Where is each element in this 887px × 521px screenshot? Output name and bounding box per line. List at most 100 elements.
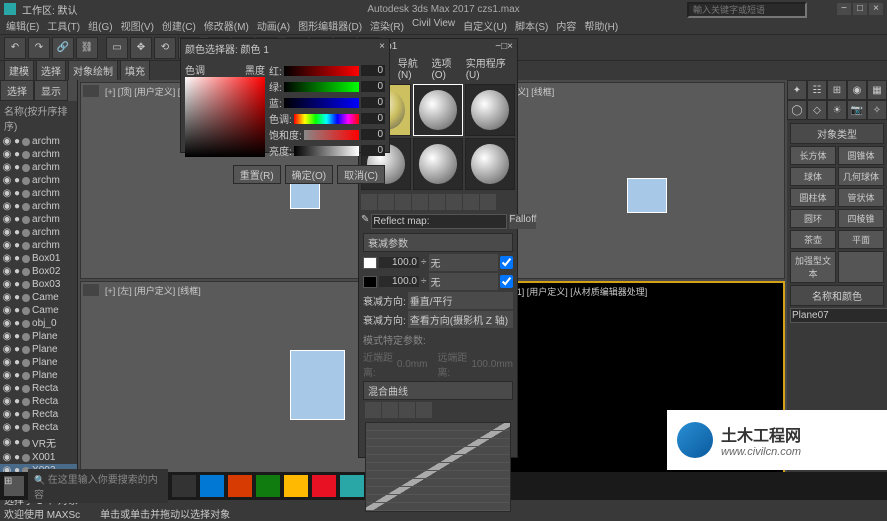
side-map-button[interactable]: 无 <box>429 273 499 290</box>
create-tab-icon[interactable]: ✦ <box>787 80 807 100</box>
menu-graph[interactable]: 图形编辑器(D) <box>298 18 362 34</box>
side-checkbox[interactable] <box>500 275 513 288</box>
object-tree[interactable]: ◉●archm◉●archm◉●archm◉●archm◉●archm◉●arc… <box>0 135 77 495</box>
red-slider[interactable] <box>284 66 359 76</box>
tree-item[interactable]: ◉●archm <box>0 148 77 161</box>
tab-display[interactable]: 显示 <box>34 80 68 101</box>
graphite-btn[interactable]: 建模 <box>4 60 34 82</box>
taskbar-app-icon[interactable] <box>312 475 336 497</box>
taskbar-app-icon[interactable] <box>228 475 252 497</box>
front-checkbox[interactable] <box>500 256 513 269</box>
modify-tab-icon[interactable]: ☷ <box>807 80 827 100</box>
val-slider[interactable] <box>294 146 359 156</box>
tree-item[interactable]: ◉●Recta <box>0 408 77 421</box>
tree-item[interactable]: ◉●Came <box>0 304 77 317</box>
mat-tool-icon[interactable] <box>378 194 394 210</box>
taskbar-search[interactable]: 🔍 在这里输入你要搜索的内容 <box>28 469 168 503</box>
mat-tool-icon[interactable] <box>429 194 445 210</box>
graphite-btn2[interactable]: 选择 <box>36 60 66 82</box>
hue-value[interactable]: 0 <box>361 113 385 124</box>
color-cancel-button[interactable]: 取消(C) <box>337 165 385 184</box>
create-primitive-button[interactable]: 四棱锥 <box>838 209 884 228</box>
val-value[interactable]: 0 <box>361 145 385 156</box>
lights-icon[interactable]: ☀ <box>827 100 847 120</box>
graphite-btn4[interactable]: 填充 <box>120 60 150 82</box>
tree-item[interactable]: ◉●archm <box>0 174 77 187</box>
create-primitive-button[interactable]: 球体 <box>790 167 836 186</box>
maximize-button[interactable]: □ <box>853 3 867 15</box>
red-value[interactable]: 0 <box>361 65 385 76</box>
curve-tool-icon[interactable] <box>399 402 415 418</box>
side-spinner[interactable]: 100.0 <box>379 276 419 287</box>
tab-select[interactable]: 选择 <box>0 80 34 101</box>
tree-item[interactable]: ◉●VR无 <box>0 434 77 451</box>
motion-tab-icon[interactable]: ◉ <box>847 80 867 100</box>
task-view-icon[interactable] <box>172 475 196 497</box>
falloff-type-dropdown[interactable]: 垂直/平行 <box>408 292 513 309</box>
graphite-btn3[interactable]: 对象绘制 <box>68 60 118 82</box>
close-button[interactable]: × <box>869 3 883 15</box>
menu-script[interactable]: 脚本(S) <box>515 18 548 34</box>
mat-slot[interactable] <box>465 84 515 136</box>
curve-tool-icon[interactable] <box>365 402 381 418</box>
green-value[interactable]: 0 <box>361 81 385 92</box>
link-icon[interactable]: 🔗 <box>52 37 74 59</box>
menu-views[interactable]: 视图(V) <box>121 18 154 34</box>
taskbar-app-icon[interactable] <box>200 475 224 497</box>
tree-item[interactable]: ◉●archm <box>0 200 77 213</box>
taskbar-app-icon[interactable] <box>256 475 280 497</box>
geometry-icon[interactable]: ◯ <box>787 100 807 120</box>
create-primitive-button[interactable]: 长方体 <box>790 146 836 165</box>
blue-value[interactable]: 0 <box>361 97 385 108</box>
mat-tool-icon[interactable] <box>480 194 496 210</box>
cameras-icon[interactable]: 📷 <box>847 100 867 120</box>
mat-name-input[interactable] <box>371 214 507 229</box>
mat-slot[interactable] <box>413 84 463 136</box>
mat-section-curve[interactable]: 混合曲线 <box>363 381 513 400</box>
curve-tool-icon[interactable] <box>416 402 432 418</box>
menu-group[interactable]: 组(G) <box>88 18 112 34</box>
scene-object[interactable] <box>290 350 345 420</box>
scene-object[interactable] <box>627 178 667 213</box>
create-primitive-button[interactable]: 茶壶 <box>790 230 836 249</box>
tree-item[interactable]: ◉●Recta <box>0 421 77 434</box>
mat-tool-icon[interactable] <box>463 194 479 210</box>
curve-tool-icon[interactable] <box>382 402 398 418</box>
create-primitive-button[interactable]: 加强型文本 <box>790 251 836 283</box>
color-gradient[interactable] <box>185 77 265 157</box>
create-primitive-button[interactable]: 管状体 <box>838 188 884 207</box>
section-name-color[interactable]: 名称和颜色 <box>790 285 884 306</box>
menu-content[interactable]: 内容 <box>556 18 576 34</box>
sat-value[interactable]: 0 <box>361 129 385 140</box>
start-button[interactable]: ⊞ <box>4 476 24 496</box>
vp-menu-icon[interactable] <box>83 284 99 296</box>
menu-civil[interactable]: Civil View <box>412 18 455 34</box>
unlink-icon[interactable]: ⛓ <box>76 37 98 59</box>
menu-edit[interactable]: 编辑(E) <box>6 18 39 34</box>
tree-item[interactable]: ◉●archm <box>0 187 77 200</box>
create-primitive-button[interactable]: 圆锥体 <box>838 146 884 165</box>
menu-modifiers[interactable]: 修改器(M) <box>204 18 249 34</box>
falloff-dir-dropdown[interactable]: 查看方向(摄影机 Z 轴) <box>408 311 513 328</box>
create-primitive-button[interactable]: 圆柱体 <box>790 188 836 207</box>
front-map-button[interactable]: 无 <box>429 254 499 271</box>
tree-item[interactable]: ◉●Recta <box>0 395 77 408</box>
mat-menu-u[interactable]: 实用程序(U) <box>466 55 513 81</box>
minimize-button[interactable]: − <box>837 3 851 15</box>
menu-tools[interactable]: 工具(T) <box>47 18 80 34</box>
object-name-input[interactable] <box>790 308 887 323</box>
hierarchy-tab-icon[interactable]: ⊞ <box>827 80 847 100</box>
sat-slider[interactable] <box>304 130 359 140</box>
menu-help[interactable]: 帮助(H) <box>584 18 618 34</box>
mat-slot[interactable] <box>413 138 463 190</box>
tree-item[interactable]: ◉●Box01 <box>0 252 77 265</box>
tree-item[interactable]: ◉●archm <box>0 239 77 252</box>
mat-tool-icon[interactable] <box>412 194 428 210</box>
tree-item[interactable]: ◉●Plane <box>0 369 77 382</box>
menu-create[interactable]: 创建(C) <box>162 18 196 34</box>
mix-curve-graph[interactable] <box>365 422 511 512</box>
create-primitive-button[interactable]: 平面 <box>838 230 884 249</box>
hue-slider[interactable] <box>294 114 359 124</box>
tree-item[interactable]: ◉●Recta <box>0 382 77 395</box>
mat-tool-icon[interactable] <box>446 194 462 210</box>
